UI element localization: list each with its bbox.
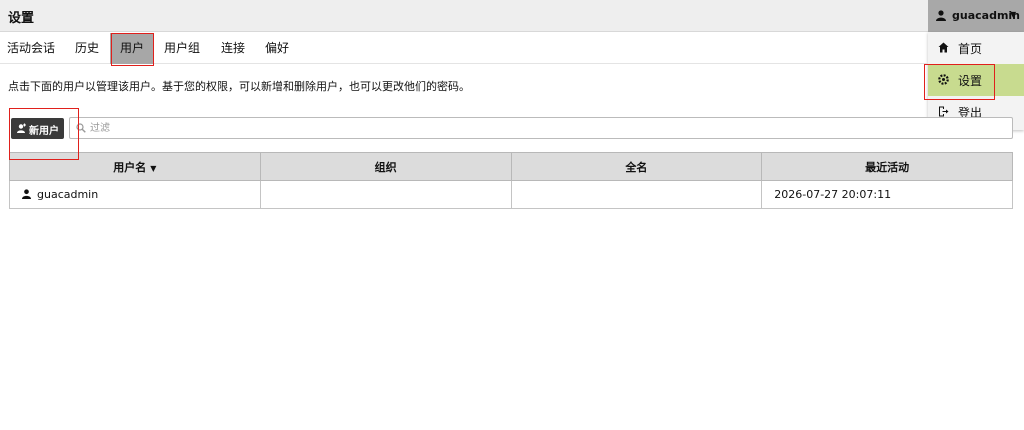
add-user-icon [17, 123, 26, 133]
filter-field[interactable] [69, 117, 1013, 139]
menu-item-label: 设置 [958, 74, 983, 88]
section-description: 点击下面的用户以管理该用户。基于您的权限，可以新增和删除用户，也可以更改他们的密… [8, 80, 470, 93]
column-header-label: 最近活动 [865, 160, 910, 174]
menu-item-settings[interactable]: 设置 [928, 64, 1024, 96]
column-header-username[interactable]: 用户名 ▼ [9, 152, 261, 181]
tab-preferences[interactable]: 偏好 [256, 33, 298, 64]
table-header-row: 用户名 ▼ 组织 全名 最近活动 [9, 152, 1013, 181]
cell-organization [259, 180, 512, 209]
new-user-button[interactable]: 新用户 [11, 118, 64, 139]
tab-connections[interactable]: 连接 [212, 33, 254, 64]
search-icon [76, 123, 86, 133]
filter-input[interactable] [90, 120, 990, 136]
tab-users[interactable]: 用户 [110, 33, 154, 64]
tab-active-sessions[interactable]: 活动会话 [0, 33, 62, 64]
menu-item-home[interactable]: 首页 [928, 32, 1024, 64]
username-text: guacadmin [37, 188, 99, 201]
user-dropdown-menu: 首页 设置 登出 [928, 32, 1024, 130]
user-menu-button[interactable]: guacadmin ▼ [928, 0, 1024, 32]
cell-last-active: 2026-07-27 20:07:11 [761, 180, 1013, 209]
home-icon [938, 42, 949, 53]
settings-tabs: 活动会话 历史 用户 用户组 连接 偏好 [0, 33, 928, 64]
logout-icon [939, 106, 949, 117]
page-header: 设置 [0, 0, 1024, 32]
user-icon [936, 10, 946, 21]
chevron-down-icon: ▼ [1010, 10, 1017, 19]
new-user-label: 新用户 [29, 126, 59, 137]
column-header-label: 用户名 [113, 160, 147, 174]
menu-item-label: 首页 [958, 42, 983, 56]
sort-desc-icon: ▼ [150, 163, 157, 173]
column-header-organization[interactable]: 组织 [259, 152, 512, 181]
column-header-label: 组织 [374, 160, 397, 174]
users-table: 用户名 ▼ 组织 全名 最近活动 guacadmin 2026-07-27 20:… [9, 152, 1013, 209]
column-header-label: 全名 [625, 160, 648, 174]
cell-full-name [510, 180, 763, 209]
table-row[interactable]: guacadmin 2026-07-27 20:07:11 [9, 180, 1013, 209]
tab-history[interactable]: 历史 [66, 33, 108, 64]
settings-icon [938, 74, 949, 85]
cell-username[interactable]: guacadmin [9, 180, 261, 209]
column-header-full-name[interactable]: 全名 [510, 152, 763, 181]
column-header-last-active[interactable]: 最近活动 [761, 152, 1013, 181]
page-title: 设置 [8, 11, 35, 26]
user-icon [22, 189, 31, 199]
tab-user-groups[interactable]: 用户组 [160, 33, 204, 64]
